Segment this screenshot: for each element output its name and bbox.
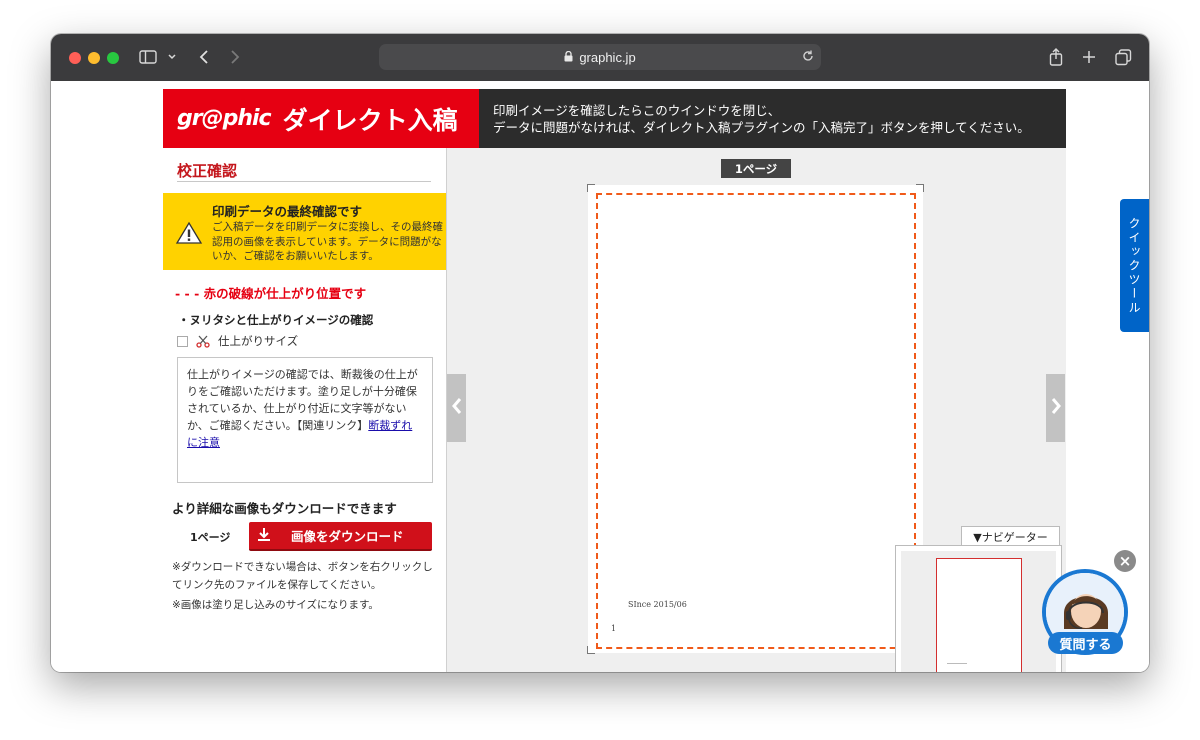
- page-header: gr@phic ダイレクト入稿 印刷イメージを確認したらこのウインドウを閉じ、 …: [163, 89, 1066, 148]
- address-bar[interactable]: graphic.jp: [379, 44, 821, 70]
- next-page-button[interactable]: [1046, 374, 1065, 442]
- download-icon: [257, 527, 271, 544]
- crop-mark: [916, 184, 924, 192]
- description-text: 仕上がりイメージの確認では、断裁後の仕上がりをご確認いただけます。塗り足しが十分…: [178, 358, 432, 459]
- download-note-text: ※ダウンロードできない場合は、ボタンを右クリックしてリンク先のファイルを保存して…: [172, 561, 433, 591]
- navigator-thumbnail[interactable]: [936, 558, 1022, 672]
- close-window-button[interactable]: [69, 52, 81, 64]
- chevron-right-icon: [1051, 397, 1061, 419]
- download-heading: より詳細な画像もダウンロードできます: [172, 501, 397, 516]
- notice-title: 印刷データの最終確認です: [212, 204, 363, 219]
- prev-page-button[interactable]: [447, 374, 466, 442]
- reload-icon[interactable]: [801, 49, 815, 66]
- size-note: ※画像は塗り足し込みのサイズになります。: [172, 596, 379, 614]
- finish-size-option[interactable]: 仕上がりサイズ: [177, 333, 298, 349]
- tab-overview-icon[interactable]: [1113, 46, 1133, 68]
- url-text: graphic.jp: [579, 49, 636, 65]
- page-label: 1ページ: [721, 159, 791, 178]
- proof-sidebar: 校正確認 印刷データの最終確認です ご入稿データを印刷データに変換し、その最終確…: [163, 148, 447, 672]
- quick-tool-tab[interactable]: クイックツール: [1120, 199, 1149, 332]
- trim-line: [596, 193, 916, 649]
- download-image-button[interactable]: 画像をダウンロード: [249, 522, 432, 551]
- size-note-text: ※画像は塗り足し込みのサイズになります。: [172, 599, 379, 611]
- scissors-icon: [196, 334, 210, 348]
- lock-icon: [564, 50, 573, 65]
- sidebar-title: 校正確認: [177, 162, 238, 180]
- divider: [177, 181, 431, 182]
- new-tab-icon[interactable]: [1080, 46, 1098, 68]
- thumbnail-text-line: [947, 663, 967, 664]
- back-icon[interactable]: [195, 46, 213, 68]
- navigator-tab[interactable]: ▼ナビゲーター: [961, 526, 1060, 546]
- preview-page-number: 1: [611, 624, 617, 633]
- trim-legend: - - - 赤の破線が仕上がり位置です: [175, 286, 367, 301]
- header-message-line2: データに問題がなければ、ダイレクト入稿プラグインの「入稿完了」ボタンを押してくだ…: [493, 120, 1030, 135]
- chat-close-button[interactable]: ×: [1114, 550, 1136, 572]
- preview-since-text: SInce 2015/06: [628, 600, 687, 609]
- print-preview: SInce 2015/06 1: [587, 184, 924, 654]
- proof-page: gr@phic ダイレクト入稿 印刷イメージを確認したらこのウインドウを閉じ、 …: [163, 89, 1066, 672]
- chevron-left-icon: [451, 397, 462, 419]
- share-icon[interactable]: [1047, 46, 1065, 68]
- warning-icon: [175, 221, 203, 249]
- sidebar-toggle-icon[interactable]: [138, 46, 158, 68]
- finish-size-label: 仕上がりサイズ: [218, 334, 299, 348]
- navigator-panel[interactable]: [895, 545, 1062, 672]
- check-heading: ・ヌリタシと仕上がりイメージの確認: [178, 313, 374, 327]
- crop-mark: [587, 646, 595, 654]
- logo-title: ダイレクト入稿: [282, 105, 458, 135]
- download-note: ※ダウンロードできない場合は、ボタンを右クリックしてリンク先のファイルを保存して…: [172, 558, 438, 594]
- header-instructions: 印刷イメージを確認したらこのウインドウを閉じ、 データに問題がなければ、ダイレク…: [493, 102, 1030, 136]
- chat-ask-label[interactable]: 質問する: [1048, 632, 1123, 654]
- description-box: 仕上がりイメージの確認では、断裁後の仕上がりをご確認いただけます。塗り足しが十分…: [177, 357, 433, 483]
- browser-toolbar: graphic.jp: [51, 34, 1149, 81]
- notice-body: ご入稿データを印刷データに変換し、その最終確認用の画像を表示しています。データに…: [212, 221, 443, 262]
- forward-icon[interactable]: [226, 46, 244, 68]
- brand-logo[interactable]: gr@phic ダイレクト入稿: [163, 89, 479, 148]
- logo-mark: gr@phic: [177, 106, 272, 131]
- download-button-label: 画像をダウンロード: [291, 529, 404, 544]
- browser-window: graphic.jp gr@phic ダイレクト入稿 印刷イメージを確認したらこ…: [51, 34, 1149, 672]
- web-content: gr@phic ダイレクト入稿 印刷イメージを確認したらこのウインドウを閉じ、 …: [51, 81, 1149, 672]
- crop-mark: [587, 184, 595, 192]
- finish-size-checkbox[interactable]: [177, 335, 188, 347]
- final-check-notice: 印刷データの最終確認です ご入稿データを印刷データに変換し、その最終確認用の画像…: [163, 193, 446, 270]
- chevron-down-icon[interactable]: [165, 46, 179, 68]
- download-page-label: 1ページ: [190, 531, 231, 544]
- zoom-window-button[interactable]: [107, 52, 119, 64]
- navigator-viewport: [901, 551, 1056, 672]
- minimize-window-button[interactable]: [88, 52, 100, 64]
- header-message-line1: 印刷イメージを確認したらこのウインドウを閉じ、: [493, 103, 781, 118]
